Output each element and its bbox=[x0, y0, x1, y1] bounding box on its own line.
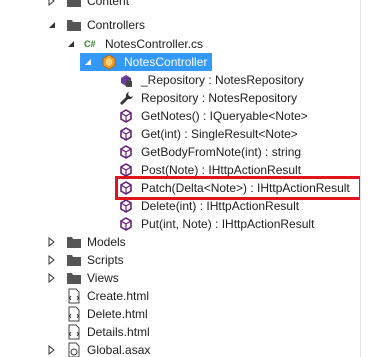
private-field-icon bbox=[121, 75, 132, 87]
tree-node-delete-html[interactable]: Delete.html bbox=[0, 305, 360, 323]
tree-node-label: NotesController bbox=[124, 55, 208, 69]
tree-node-label: Models bbox=[87, 235, 126, 249]
tree-node-label: NotesController.cs bbox=[105, 37, 204, 51]
html-file-icon bbox=[68, 288, 80, 304]
tree-node-label: Controllers bbox=[87, 18, 146, 32]
tree-node-label: Create.html bbox=[87, 289, 150, 303]
collapse-arrow-icon[interactable] bbox=[66, 39, 76, 49]
tree-node-notescontroller-class[interactable]: NotesController bbox=[80, 53, 212, 71]
collapse-arrow-icon[interactable] bbox=[47, 20, 57, 30]
tree-node-label: Details.html bbox=[87, 325, 150, 339]
folder-icon bbox=[67, 255, 81, 266]
tree-node-label: Views bbox=[87, 271, 119, 285]
solution-explorer-tree: Content Controllers C# NotesController.c… bbox=[0, 0, 374, 357]
tree-node-label: Content bbox=[87, 0, 130, 8]
tree-node-getnotes-method[interactable]: GetNotes() : IQueryable<Note> bbox=[0, 107, 360, 125]
tree-node-label: Put(int, Note) : IHttpActionResult bbox=[141, 217, 315, 231]
folder-icon bbox=[67, 0, 81, 7]
folder-icon bbox=[67, 237, 81, 248]
collapse-arrow-icon[interactable] bbox=[83, 57, 93, 67]
tree-node-getbodyfromnote-method[interactable]: GetBodyFromNote(int) : string bbox=[0, 143, 360, 161]
tree-node-private-repository-field[interactable]: _Repository : NotesRepository bbox=[0, 71, 360, 89]
tree-node-content[interactable]: Content bbox=[0, 0, 360, 10]
method-icon bbox=[120, 199, 132, 213]
tree-node-create-html[interactable]: Create.html bbox=[0, 287, 360, 305]
html-file-icon bbox=[68, 324, 80, 340]
folder-icon bbox=[67, 273, 81, 284]
tree-node-label: Repository : NotesRepository bbox=[141, 91, 298, 105]
tree-node-label: Scripts bbox=[87, 253, 124, 267]
expand-arrow-icon[interactable] bbox=[47, 237, 57, 247]
patch-method-highlight-box bbox=[115, 176, 362, 200]
tree-node-get-method[interactable]: Get(int) : SingleResult<Note> bbox=[0, 125, 360, 143]
tree-node-notescontroller-cs[interactable]: C# NotesController.cs bbox=[0, 35, 360, 53]
tree-node-label: Delete(int) : IHttpActionResult bbox=[141, 199, 300, 213]
tree-node-label: _Repository : NotesRepository bbox=[141, 73, 304, 87]
expand-arrow-icon[interactable] bbox=[47, 345, 57, 355]
tree-node-label: Get(int) : SingleResult<Note> bbox=[141, 127, 298, 141]
class-icon bbox=[102, 54, 116, 70]
method-icon bbox=[120, 217, 132, 231]
expand-arrow-icon[interactable] bbox=[47, 273, 57, 283]
property-wrench-icon bbox=[120, 92, 133, 105]
expand-arrow-icon[interactable] bbox=[47, 0, 57, 6]
tree-node-repository-property[interactable]: Repository : NotesRepository bbox=[0, 89, 360, 107]
vertical-scrollbar[interactable] bbox=[360, 0, 374, 357]
method-icon bbox=[120, 127, 132, 141]
tree-node-put-method[interactable]: Put(int, Note) : IHttpActionResult bbox=[0, 215, 360, 233]
html-file-icon bbox=[68, 306, 80, 322]
tree-node-label: GetBodyFromNote(int) : string bbox=[141, 145, 302, 159]
tree-node-scripts[interactable]: Scripts bbox=[0, 251, 360, 269]
tree-node-label: GetNotes() : IQueryable<Note> bbox=[141, 109, 308, 123]
csharp-file-icon: C# bbox=[84, 39, 96, 49]
tree-node-global-asax[interactable]: Global.asax bbox=[0, 341, 360, 357]
tree-node-views[interactable]: Views bbox=[0, 269, 360, 287]
asax-file-icon bbox=[68, 342, 80, 357]
tree-node-label: Delete.html bbox=[87, 307, 148, 321]
tree-node-models[interactable]: Models bbox=[0, 233, 360, 251]
method-icon bbox=[120, 145, 132, 159]
expand-arrow-icon[interactable] bbox=[47, 255, 57, 265]
tree-node-controllers[interactable]: Controllers bbox=[0, 16, 360, 34]
tree-node-details-html[interactable]: Details.html bbox=[0, 323, 360, 341]
folder-icon bbox=[67, 20, 81, 31]
tree-node-label: Global.asax bbox=[87, 343, 151, 357]
method-icon bbox=[120, 109, 132, 123]
